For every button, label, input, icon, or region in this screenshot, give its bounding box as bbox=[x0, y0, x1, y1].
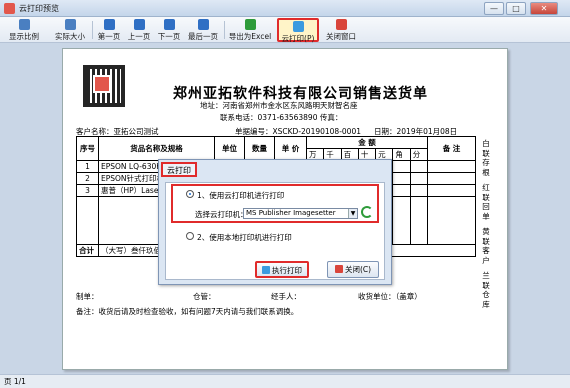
receiver-label: 收货单位：（盖章） bbox=[358, 292, 422, 301]
cloud-print-button[interactable]: 云打印(P) bbox=[277, 18, 319, 43]
last-page-icon bbox=[197, 19, 209, 30]
first-page-button[interactable]: 第一页 bbox=[96, 18, 122, 42]
export-excel-button[interactable]: 导出为Excel bbox=[228, 18, 272, 42]
col-header: 备 注 bbox=[427, 136, 476, 161]
minimize-button[interactable]: — bbox=[484, 2, 504, 15]
col-header: 单位 bbox=[214, 136, 245, 161]
execute-print-button[interactable]: 执行打印 bbox=[255, 261, 309, 278]
col-header: 数量 bbox=[244, 136, 275, 161]
close-window-button[interactable]: ✕ bbox=[530, 2, 558, 15]
col-header: 货品名称及规格 bbox=[98, 136, 215, 161]
amount-digit-header: 分 bbox=[409, 148, 429, 161]
printer-icon bbox=[262, 266, 270, 274]
chevron-down-icon[interactable]: ▼ bbox=[348, 209, 357, 218]
printer-select-label: 选择云打印机： bbox=[195, 210, 248, 219]
maximize-button[interactable]: □ bbox=[506, 2, 526, 15]
dialog-close-button[interactable]: 关闭(C) bbox=[327, 261, 379, 278]
excel-icon bbox=[244, 19, 256, 30]
first-page-icon bbox=[103, 19, 115, 30]
prev-page-icon bbox=[133, 19, 145, 30]
dialog-title: 云打印 bbox=[161, 162, 197, 177]
actual-size-button[interactable]: 实际大小 bbox=[52, 18, 88, 42]
handler-label: 经手人： bbox=[271, 292, 301, 301]
last-page-button[interactable]: 最后一页 bbox=[186, 18, 220, 42]
toolbar: 显示比例 实际大小 第一页 上一页 下一页 最后一页 导出为Excel 云打印(… bbox=[0, 17, 570, 43]
next-page-button[interactable]: 下一页 bbox=[156, 18, 182, 42]
close-preview-button[interactable]: 关闭窗口 bbox=[322, 18, 360, 42]
cloud-print-dialog: 云打印 1、使用云打印机进行打印 选择云打印机： MS Publisher Im… bbox=[158, 159, 392, 285]
next-page-icon bbox=[163, 19, 175, 30]
app-icon bbox=[4, 3, 15, 14]
cloud-printer-icon bbox=[292, 21, 304, 32]
cloud-printer-select[interactable]: MS Publisher Imagesetter ▼ bbox=[243, 208, 358, 219]
toolbar-separator bbox=[224, 21, 225, 39]
qr-logo-icon bbox=[93, 75, 111, 93]
fit-ratio-button[interactable]: 显示比例 bbox=[6, 18, 42, 42]
local-printer-option-label[interactable]: 2、使用本地打印机进行打印 bbox=[197, 232, 292, 243]
company-phone: 联系电话：0371-63563890 传真： bbox=[220, 113, 343, 122]
zoom-fit-icon bbox=[18, 19, 30, 30]
close-window-icon bbox=[335, 19, 347, 30]
prev-page-button[interactable]: 上一页 bbox=[126, 18, 152, 42]
cloud-printer-radio[interactable] bbox=[186, 190, 194, 198]
status-bar: 页 1/1 bbox=[0, 374, 570, 388]
toolbar-separator bbox=[92, 21, 93, 39]
title-bar: 云打印预览 — □ ✕ bbox=[0, 0, 570, 17]
col-header: 序号 bbox=[76, 136, 99, 161]
col-header: 单 价 bbox=[274, 136, 307, 161]
zoom-actual-icon bbox=[64, 19, 76, 30]
cloud-printer-option-label[interactable]: 1、使用云打印机进行打印 bbox=[197, 190, 284, 201]
maker-label: 制单： bbox=[76, 292, 99, 301]
table-header-row: 序号 货品名称及规格 单位 数量 单 价 金 额 备 注 bbox=[76, 136, 476, 161]
refresh-icon[interactable] bbox=[361, 206, 373, 218]
document-remark: 备注：收货后请及时检查验收，如有问题7天内请与我们联系调换。 bbox=[76, 307, 299, 316]
page-indicator: 页 1/1 bbox=[4, 377, 26, 386]
copy-color-notes: 白联存根 红联回单 黄联客户 兰联仓库 bbox=[482, 139, 490, 309]
warehouse-label: 仓管： bbox=[193, 292, 216, 301]
company-address: 地址：河南省郑州市金水区东风路明天财智名座 bbox=[200, 101, 358, 110]
local-printer-radio[interactable] bbox=[186, 232, 194, 240]
close-icon bbox=[334, 265, 343, 273]
col-header: 金 额 bbox=[306, 136, 428, 149]
amount-digit-header: 角 bbox=[392, 148, 411, 161]
window-title: 云打印预览 bbox=[19, 4, 59, 13]
